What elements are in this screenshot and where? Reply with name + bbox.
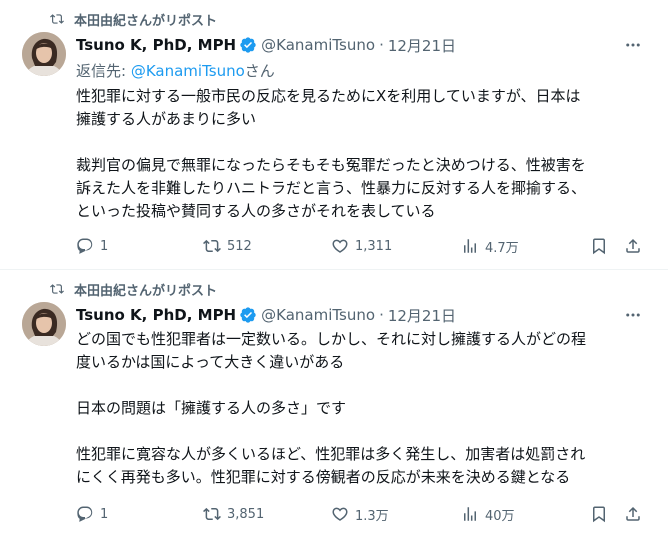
tweet-text-line: 裁判官の偏見で無罪になったらそもそも冤罪だったと決めつける、性被害を (76, 156, 586, 174)
tweet-text-line: 訴えた人を非難したりハニトラだと言う、性暴力に反対する人を揶揄する、 (76, 179, 587, 197)
like-button[interactable]: 1,311 (331, 234, 392, 258)
bookmark-button[interactable] (590, 234, 608, 258)
avatar[interactable] (22, 302, 66, 346)
handle[interactable]: @KanamiTsuno (261, 306, 375, 324)
share-button[interactable] (624, 502, 642, 526)
avatar[interactable] (22, 32, 66, 76)
retweet-button[interactable]: 3,851 (203, 502, 264, 526)
retweet-count: 3,851 (227, 506, 265, 522)
bookmark-icon (593, 506, 605, 523)
reply-count: 1 (100, 238, 109, 254)
tweet[interactable]: 本田由紀さんがリポスト Tsuno K, PhD, MPH @KanamiTsu… (0, 270, 668, 537)
handle[interactable]: @KanamiTsuno (261, 36, 375, 54)
repost-context[interactable]: 本田由紀さんがリポスト (50, 9, 217, 29)
reply-button[interactable]: 1 (76, 234, 108, 258)
more-options-button[interactable] (622, 304, 644, 326)
timeline-feed: 本田由紀さんがリポスト Tsuno K, PhD, MPH @KanamiTsu… (0, 0, 668, 537)
tweet-text-line: 性犯罪に寛容な人が多くいるほど、性犯罪は多く発生し、加害者は処罰され (76, 445, 586, 463)
like-count: 1,311 (355, 238, 393, 254)
action-bar: 1 512 1,311 4.7万 (72, 234, 650, 258)
tweet-text: 性犯罪に対する一般市民の反応を見るためにXを利用していますが、日本は 擁護する人… (76, 85, 654, 223)
tweet-text-line: 度いるかは国によって大きく違いがある (76, 353, 345, 371)
retweet-button[interactable]: 512 (203, 234, 252, 258)
tweet[interactable]: 本田由紀さんがリポスト Tsuno K, PhD, MPH @KanamiTsu… (0, 0, 668, 270)
action-bar: 1 3,851 1.3万 40万 (72, 502, 650, 526)
reply-button[interactable]: 1 (76, 502, 108, 526)
tweet-text-line: 日本の問題は「擁護する人の多さ」です (76, 399, 347, 417)
separator-dot: · (379, 36, 384, 54)
like-button[interactable]: 1.3万 (331, 502, 389, 526)
separator-dot: · (379, 306, 384, 324)
tweet-date[interactable]: 12月21日 (388, 305, 456, 326)
retweet-count: 512 (227, 238, 252, 254)
more-dots-icon (626, 43, 640, 47)
share-button[interactable] (624, 234, 642, 258)
reply-icon (77, 506, 93, 522)
bookmark-button[interactable] (590, 502, 608, 526)
reply-mention-link[interactable]: @KanamiTsuno (131, 62, 245, 80)
tweet-text: どの国でも性犯罪者は一定数いる。しかし、それに対し擁護する人がどの程 度いるかは… (76, 328, 654, 489)
repost-label: 本田由紀さんがリポスト (74, 283, 218, 299)
heart-icon (332, 507, 348, 521)
more-dots-icon (626, 313, 640, 317)
repost-label: 本田由紀さんがリポスト (74, 13, 218, 29)
heart-icon (332, 239, 348, 253)
tweet-header: Tsuno K, PhD, MPH @KanamiTsuno · 12月21日 (76, 34, 456, 56)
reply-icon (77, 238, 93, 254)
verified-badge-icon[interactable] (239, 36, 257, 54)
views-button[interactable]: 40万 (461, 502, 515, 526)
share-icon (626, 506, 640, 521)
views-count: 40万 (485, 508, 515, 524)
display-name[interactable]: Tsuno K, PhD, MPH (76, 306, 236, 324)
retweet-icon (203, 239, 221, 253)
verified-badge-icon[interactable] (239, 306, 257, 324)
tweet-date[interactable]: 12月21日 (388, 35, 456, 56)
repost-icon (50, 14, 64, 24)
repost-icon (50, 284, 64, 294)
tweet-text-line: 性犯罪に対する一般市民の反応を見るためにXを利用していますが、日本は (76, 87, 581, 105)
views-chart-icon (464, 239, 476, 253)
reply-count: 1 (100, 506, 109, 522)
views-chart-icon (464, 507, 476, 521)
more-options-button[interactable] (622, 34, 644, 56)
reply-suffix: さん (244, 62, 275, 80)
reply-prefix: 返信先: (76, 62, 131, 80)
display-name[interactable]: Tsuno K, PhD, MPH (76, 36, 236, 54)
repost-context[interactable]: 本田由紀さんがリポスト (50, 279, 217, 299)
tweet-text-line: にくく再発も多い。性犯罪に対する傍観者の反応が未来を決める鍵となる (76, 468, 571, 486)
views-count: 4.7万 (485, 240, 519, 256)
tweet-text-line: 擁護する人があまりに多い (76, 110, 257, 128)
tweet-text-line: どの国でも性犯罪者は一定数いる。しかし、それに対し擁護する人がどの程 (76, 330, 587, 348)
views-button[interactable]: 4.7万 (461, 234, 519, 258)
like-count: 1.3万 (355, 508, 389, 524)
tweet-header: Tsuno K, PhD, MPH @KanamiTsuno · 12月21日 (76, 304, 456, 326)
share-icon (626, 238, 640, 253)
retweet-icon (203, 507, 221, 521)
reply-context: 返信先: @KanamiTsunoさん (76, 60, 275, 81)
bookmark-icon (593, 238, 605, 255)
tweet-text-line: といった投稿や賛同する人の多さがそれを表している (76, 202, 436, 220)
